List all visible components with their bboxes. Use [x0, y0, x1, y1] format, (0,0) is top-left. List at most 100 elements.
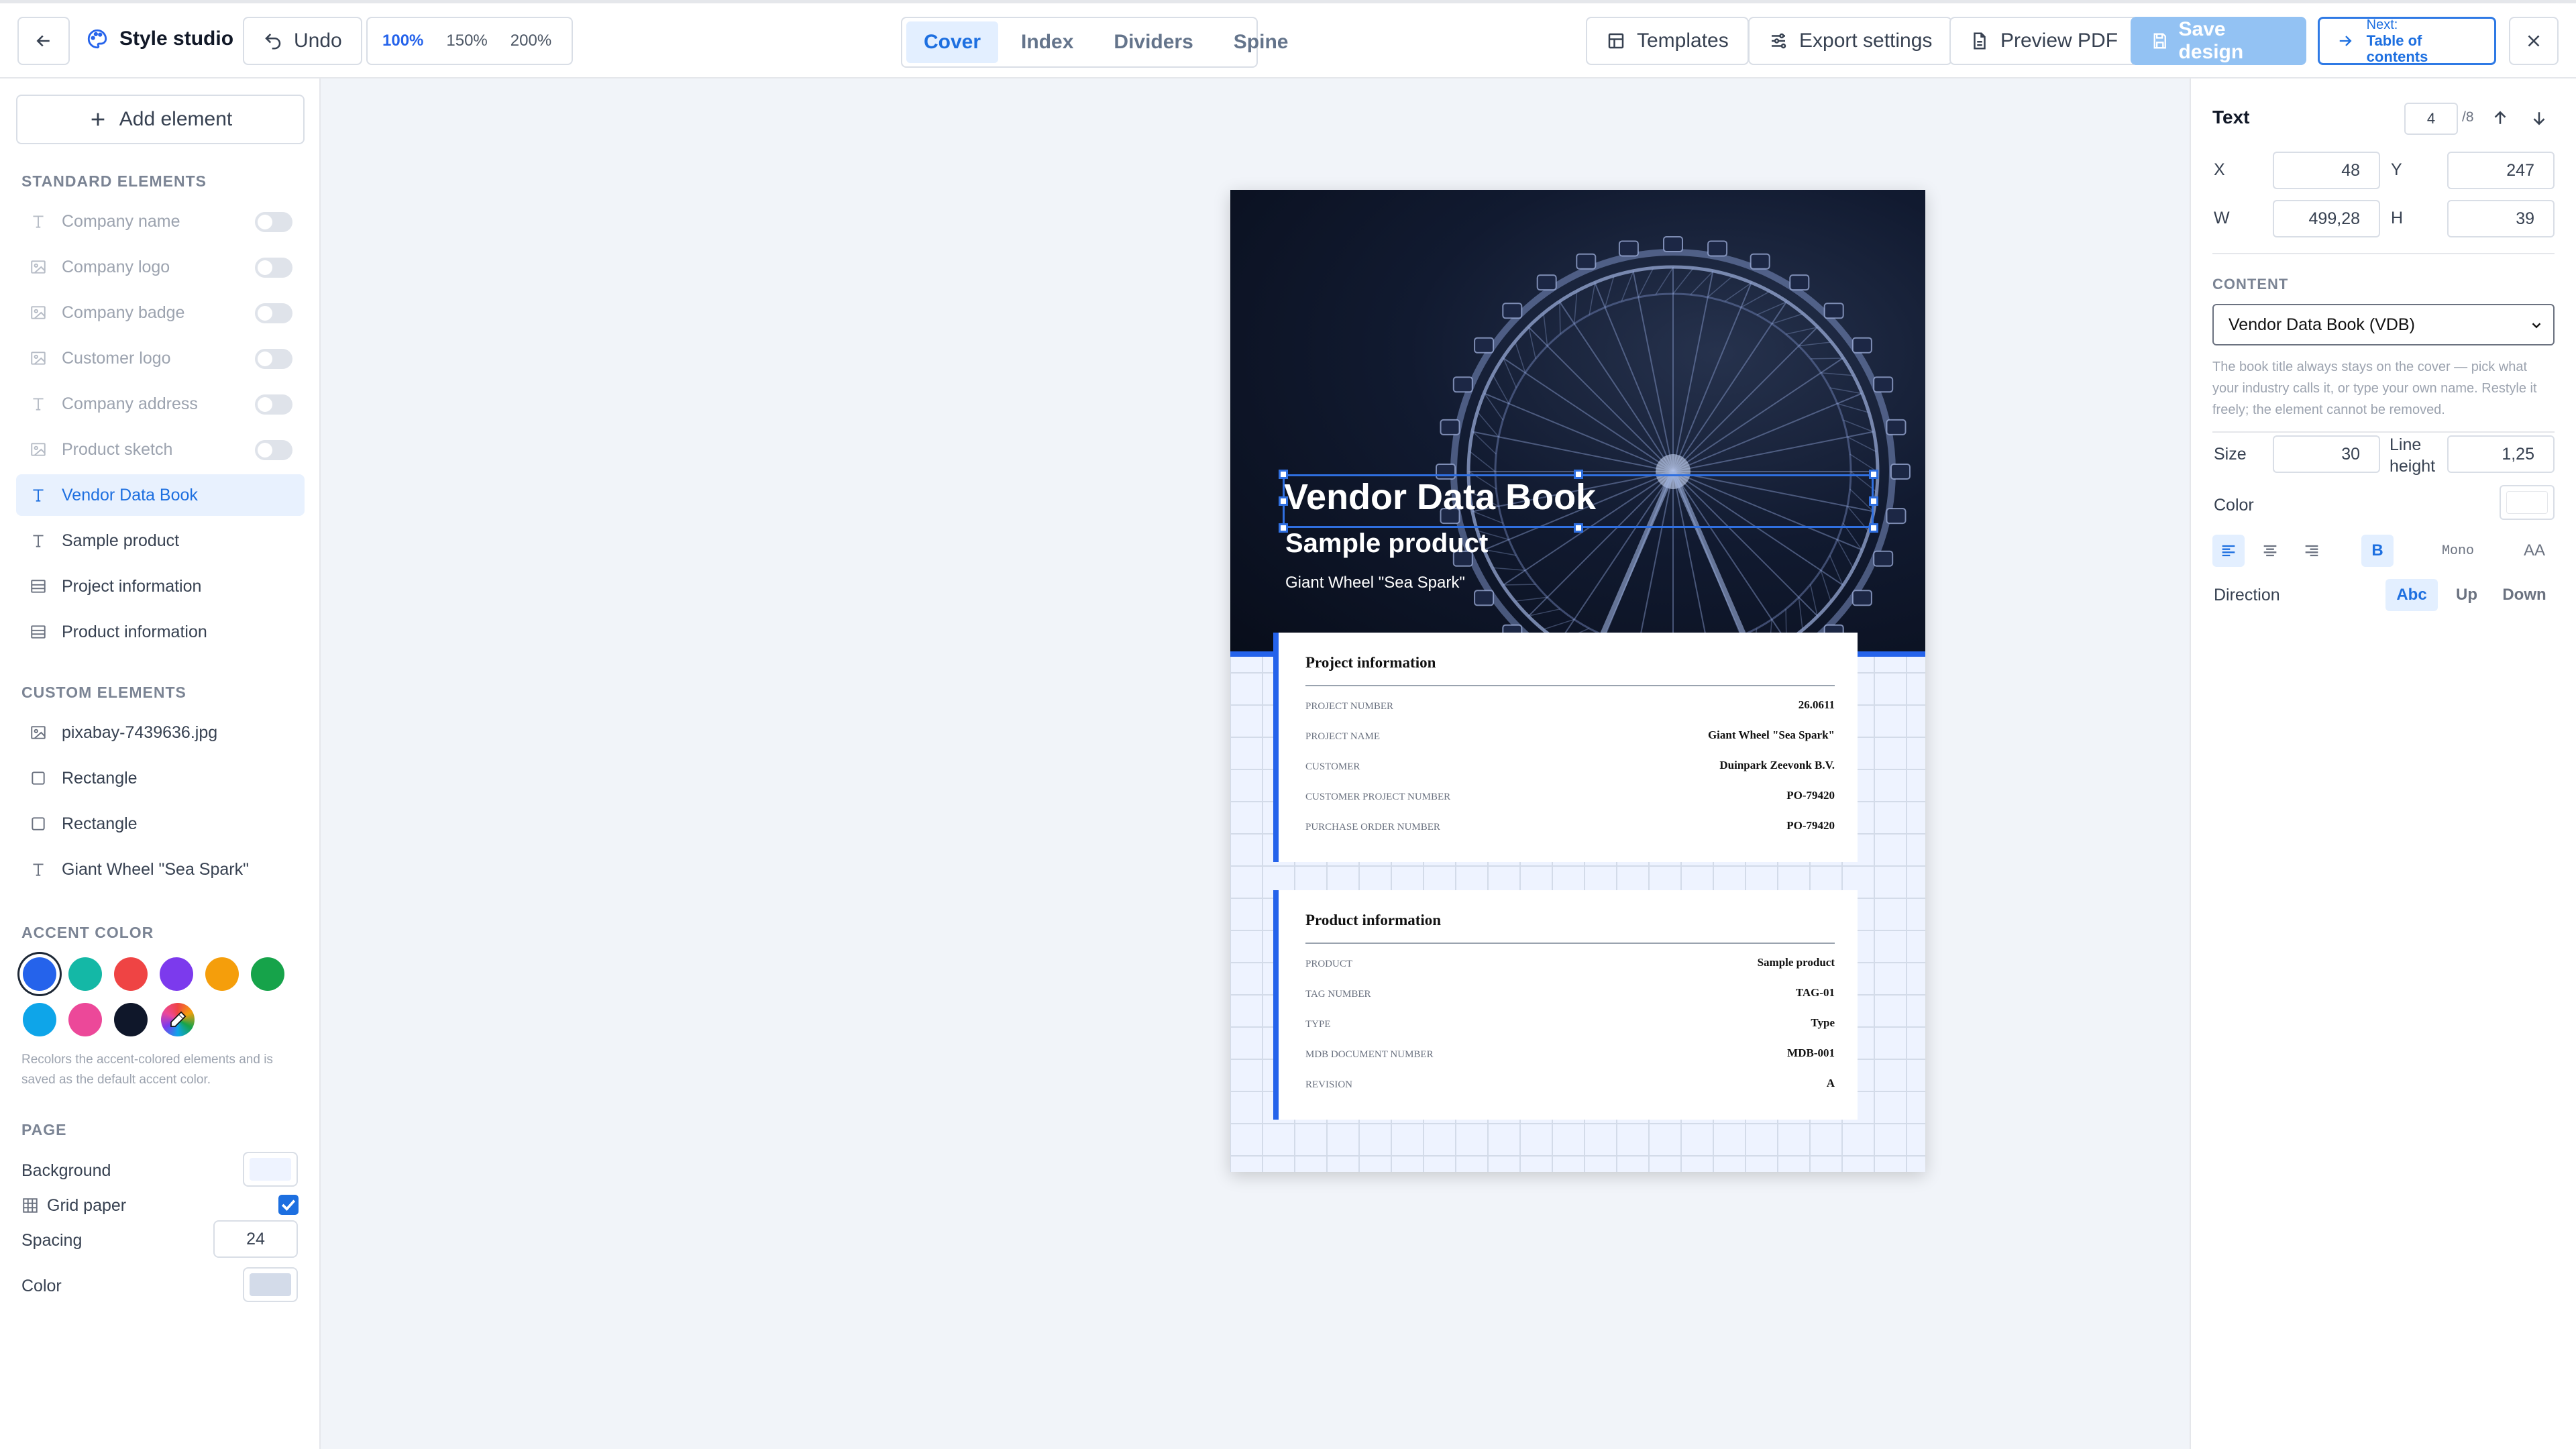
- custom-item[interactable]: Giant Wheel "Sea Spark": [16, 849, 305, 890]
- content-hint: The book title always stays on the cover…: [2212, 360, 2537, 417]
- project-information-card[interactable]: Project information PROJECT NUMBER 26.061…: [1273, 633, 1858, 862]
- w-input[interactable]: 499,28: [2273, 200, 2380, 237]
- standard-item[interactable]: Company address: [16, 383, 305, 425]
- accent-swatch[interactable]: [160, 957, 193, 991]
- spacing-input[interactable]: 24: [213, 1220, 298, 1258]
- custom-item[interactable]: pixabay-7439636.jpg: [16, 712, 305, 753]
- resize-handle[interactable]: [1869, 470, 1878, 479]
- resize-handle[interactable]: [1279, 496, 1288, 506]
- arrow-down-icon[interactable]: [2529, 108, 2549, 128]
- standard-item[interactable]: Sample product: [16, 520, 305, 561]
- undo-button[interactable]: Undo: [243, 17, 362, 65]
- info-value: Duinpark Zeevonk B.V.: [1719, 759, 1835, 771]
- standard-item[interactable]: Customer logo: [16, 337, 305, 379]
- accent-swatch[interactable]: [114, 1003, 148, 1036]
- standard-item[interactable]: Company logo: [16, 246, 305, 288]
- resize-handle[interactable]: [1279, 523, 1288, 533]
- tab-spine[interactable]: Spine: [1216, 21, 1306, 63]
- info-value: A: [1826, 1077, 1835, 1089]
- cover-small-text[interactable]: Giant Wheel "Sea Spark": [1285, 574, 1465, 592]
- grid-color-swatch: [250, 1273, 291, 1296]
- visibility-toggle[interactable]: [255, 440, 292, 460]
- layer-index-input[interactable]: 4: [2404, 103, 2458, 135]
- save-design-button[interactable]: Save design: [2131, 17, 2306, 65]
- templates-button[interactable]: Templates: [1586, 17, 1749, 65]
- visibility-toggle[interactable]: [255, 394, 292, 415]
- tab-dividers[interactable]: Dividers: [1096, 21, 1210, 63]
- text-color-input[interactable]: [2500, 485, 2555, 520]
- accent-swatch[interactable]: [251, 957, 284, 991]
- standard-item[interactable]: Company badge: [16, 292, 305, 333]
- save-icon: [2153, 33, 2166, 49]
- add-element-button[interactable]: Add element: [16, 95, 305, 144]
- align-right-button[interactable]: [2296, 535, 2328, 567]
- visibility-toggle[interactable]: [255, 349, 292, 369]
- custom-item[interactable]: Rectangle: [16, 803, 305, 845]
- tab-cover[interactable]: Cover: [906, 21, 999, 63]
- x-input[interactable]: 48: [2273, 152, 2380, 189]
- standard-item[interactable]: Company name: [16, 201, 305, 242]
- accent-swatch[interactable]: [23, 957, 56, 991]
- mono-button[interactable]: Mono: [2431, 535, 2485, 567]
- preview-pdf-button[interactable]: Preview PDF: [1949, 17, 2139, 65]
- accent-swatch[interactable]: [114, 957, 148, 991]
- accent-swatch[interactable]: [68, 1003, 102, 1036]
- resize-handle[interactable]: [1574, 523, 1583, 533]
- grid-color-label: Color: [21, 1277, 62, 1295]
- text-icon: [33, 489, 44, 502]
- content-select-value: Vendor Data Book (VDB): [2229, 315, 2415, 334]
- content-heading: CONTENT: [2212, 276, 2289, 292]
- line-height-label: Line height: [2390, 435, 2436, 476]
- grid-color-input[interactable]: [243, 1267, 298, 1302]
- direction-abc-button[interactable]: Abc: [2385, 579, 2438, 611]
- uppercase-button[interactable]: AA: [2516, 535, 2553, 567]
- background-color-input[interactable]: [243, 1152, 298, 1187]
- size-input[interactable]: 30: [2273, 435, 2380, 473]
- visibility-toggle[interactable]: [255, 258, 292, 278]
- align-left-button[interactable]: [2212, 535, 2245, 567]
- divider: [1305, 685, 1835, 686]
- grid-paper-checkbox[interactable]: [278, 1195, 299, 1215]
- export-settings-button[interactable]: Export settings: [1748, 17, 1953, 65]
- standard-item[interactable]: Product information: [16, 611, 305, 653]
- cover-page[interactable]: Vendor Data Book Sample product Giant Wh…: [1230, 190, 1925, 1172]
- direction-down-button[interactable]: Down: [2494, 579, 2555, 611]
- resize-handle[interactable]: [1279, 470, 1288, 479]
- selection-box[interactable]: [1283, 474, 1874, 528]
- back-button[interactable]: [17, 17, 70, 65]
- zoom-100[interactable]: 100%: [373, 25, 433, 57]
- y-input[interactable]: 247: [2447, 152, 2555, 189]
- zoom-200[interactable]: 200%: [501, 25, 561, 57]
- product-information-card[interactable]: Product information PRODUCT Sample produc…: [1273, 890, 1858, 1120]
- next-step-button[interactable]: Next: Table of contents: [2318, 17, 2496, 65]
- line-height-input[interactable]: 1,25: [2447, 435, 2555, 473]
- resize-handle[interactable]: [1869, 496, 1878, 506]
- accent-swatch[interactable]: [68, 957, 102, 991]
- h-input[interactable]: 39: [2447, 200, 2555, 237]
- content-select[interactable]: Vendor Data Book (VDB): [2212, 304, 2555, 345]
- resize-handle[interactable]: [1574, 470, 1583, 479]
- close-button[interactable]: [2509, 17, 2559, 65]
- accent-swatch[interactable]: [23, 1003, 56, 1036]
- standard-item[interactable]: Product sketch: [16, 429, 305, 470]
- zoom-150[interactable]: 150%: [437, 25, 496, 57]
- layout-icon: [1608, 33, 1624, 49]
- bold-button[interactable]: B: [2361, 535, 2394, 567]
- arrow-up-icon[interactable]: [2490, 108, 2510, 128]
- direction-up-button[interactable]: Up: [2446, 579, 2487, 611]
- resize-handle[interactable]: [1869, 523, 1878, 533]
- align-center-button[interactable]: [2254, 535, 2286, 567]
- info-key: REVISION: [1305, 1079, 1352, 1090]
- tab-index[interactable]: Index: [1004, 21, 1091, 63]
- standard-item[interactable]: Project information: [16, 566, 305, 607]
- standard-item[interactable]: Vendor Data Book: [16, 474, 305, 516]
- visibility-toggle[interactable]: [255, 303, 292, 323]
- custom-color-picker[interactable]: [161, 1003, 195, 1036]
- custom-item[interactable]: Rectangle: [16, 757, 305, 799]
- square-icon: [32, 817, 45, 830]
- accent-swatch[interactable]: [205, 957, 239, 991]
- cover-subtitle[interactable]: Sample product: [1285, 529, 1488, 559]
- visibility-toggle[interactable]: [255, 212, 292, 232]
- info-key: TYPE: [1305, 1019, 1331, 1030]
- brand: Style studio: [86, 28, 233, 50]
